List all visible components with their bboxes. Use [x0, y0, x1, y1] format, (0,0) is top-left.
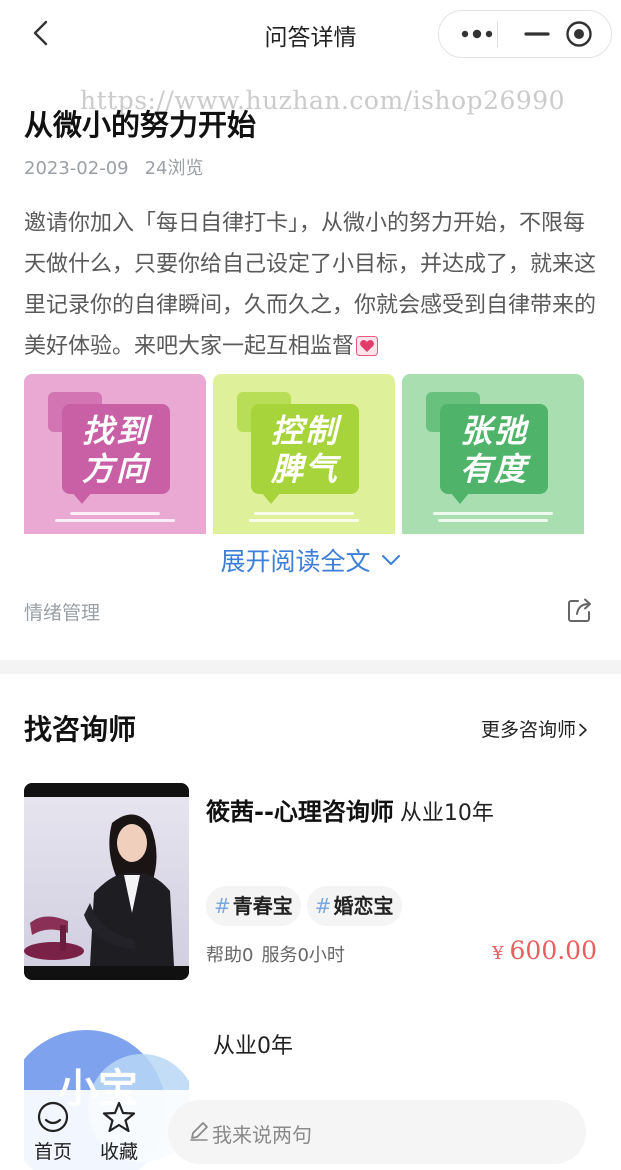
post-views: 24浏览 [144, 158, 204, 179]
section-title: 找咨询师 [24, 713, 137, 746]
counselor-years: 从业10年 [399, 801, 494, 826]
counselor-tag[interactable]: # 青春宝 [206, 886, 301, 926]
home-tab[interactable]: 首页 [30, 1100, 76, 1164]
counselor-price: ¥600.00 [492, 936, 597, 965]
home-label: 首页 [33, 1141, 72, 1163]
more-counselors-label: 更多咨询师 [481, 719, 577, 741]
post-image-gallery: 找到 方向 控制 脾气 张弛 有度 [24, 374, 598, 534]
chevron-down-icon [381, 555, 400, 565]
tag-label: 青春宝 [232, 894, 293, 918]
close-circle-icon[interactable] [565, 20, 593, 48]
heart-icon [356, 336, 379, 356]
image-text: 方向 [81, 450, 150, 488]
counselor-name: 筱茜--心理咨询师 [206, 798, 394, 826]
comment-placeholder: 我来说两句 [212, 1123, 312, 1147]
post-body: 邀请你加入「每日自律打卡」，从微小的努力开始，不限每天做什么，只要你给自己设定了… [24, 203, 596, 367]
pencil-icon [190, 1122, 208, 1141]
mini-program-capsule [438, 10, 612, 58]
post-date: 2023-02-09 [24, 158, 129, 179]
service-hours: 服务0小时 [261, 945, 345, 966]
more-dots-icon[interactable] [457, 24, 497, 44]
nav-bar: 问答详情 [0, 0, 621, 68]
post-image[interactable]: 控制 脾气 [213, 374, 395, 534]
post-image[interactable]: 张弛 有度 [402, 374, 584, 534]
capsule-divider [497, 21, 498, 47]
share-icon[interactable] [566, 596, 594, 624]
image-text: 找到 [81, 412, 150, 450]
image-text: 脾气 [270, 450, 339, 488]
chevron-right-icon [579, 723, 587, 737]
currency-symbol: ¥ [492, 943, 504, 964]
price-value: 600.00 [509, 936, 597, 965]
post-body-text: 邀请你加入「每日自律打卡」，从微小的努力开始，不限每天做什么，只要你给自己设定了… [24, 211, 597, 359]
post-meta: 2023-02-09 24浏览 [24, 154, 204, 180]
counselor-stats: 帮助0 服务0小时 [206, 941, 345, 967]
counselor-name-row: 筱茜--心理咨询师 从业10年 [206, 792, 494, 827]
counselor-photo [24, 783, 189, 980]
star-icon [102, 1101, 136, 1133]
tag-label: 婚恋宝 [333, 894, 394, 918]
expand-full-text-button[interactable]: 展开阅读全文 [0, 542, 621, 578]
favorite-tab[interactable]: 收藏 [96, 1100, 142, 1164]
more-counselors-link[interactable]: 更多咨询师 [481, 715, 588, 742]
counselor-years: 从业0年 [213, 1034, 293, 1059]
post-title: 从微小的努力开始 [24, 108, 257, 142]
image-text: 张弛 [459, 412, 528, 450]
image-text: 控制 [270, 412, 339, 450]
home-icon [37, 1101, 69, 1133]
favorite-label: 收藏 [99, 1141, 138, 1163]
minimize-icon[interactable] [517, 24, 557, 44]
counselor-tags: # 青春宝 # 婚恋宝 [206, 886, 408, 926]
counselor-avatar [24, 783, 189, 980]
post-category[interactable]: 情绪管理 [24, 598, 100, 625]
comment-input[interactable]: 我来说两句 [168, 1100, 586, 1164]
expand-label: 展开阅读全文 [220, 547, 371, 576]
section-divider [0, 660, 621, 674]
counselor-tag[interactable]: # 婚恋宝 [306, 886, 402, 926]
image-text: 有度 [459, 450, 528, 488]
help-count: 帮助0 [206, 945, 254, 966]
post-image[interactable]: 找到 方向 [24, 374, 206, 534]
